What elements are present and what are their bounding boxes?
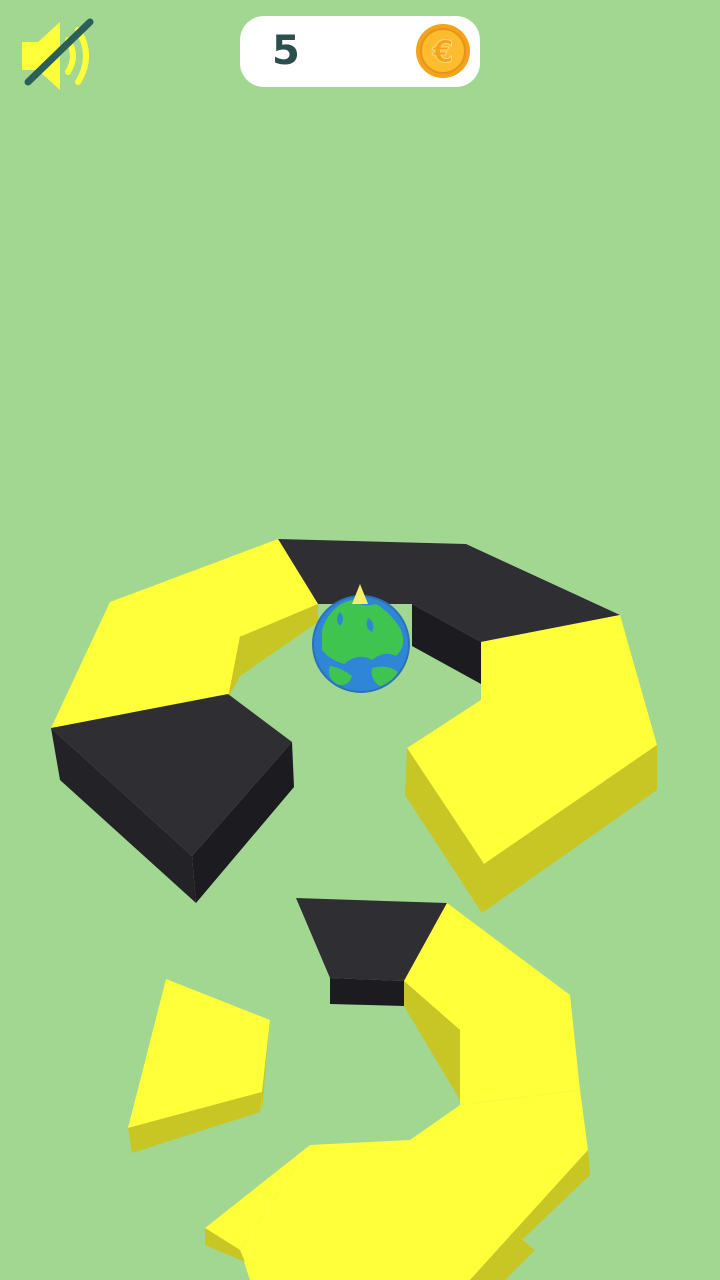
- safe-segment-lower-right-2: [240, 1090, 588, 1280]
- danger-segment-lower-side: [330, 978, 404, 1006]
- lower-ring: [128, 898, 590, 1280]
- svg-text:€: €: [432, 35, 454, 70]
- euro-coin-icon: €: [416, 24, 470, 78]
- sound-toggle-button[interactable]: [16, 14, 100, 98]
- coin-counter: 5 €: [240, 16, 480, 87]
- game-stage[interactable]: 5 €: [0, 0, 720, 1280]
- upper-ring: [51, 539, 657, 913]
- speaker-muted-icon: [22, 18, 94, 90]
- coin-count: 5: [272, 28, 300, 74]
- game-scene: [51, 539, 657, 1280]
- safe-segment-lower-right: [404, 903, 580, 1105]
